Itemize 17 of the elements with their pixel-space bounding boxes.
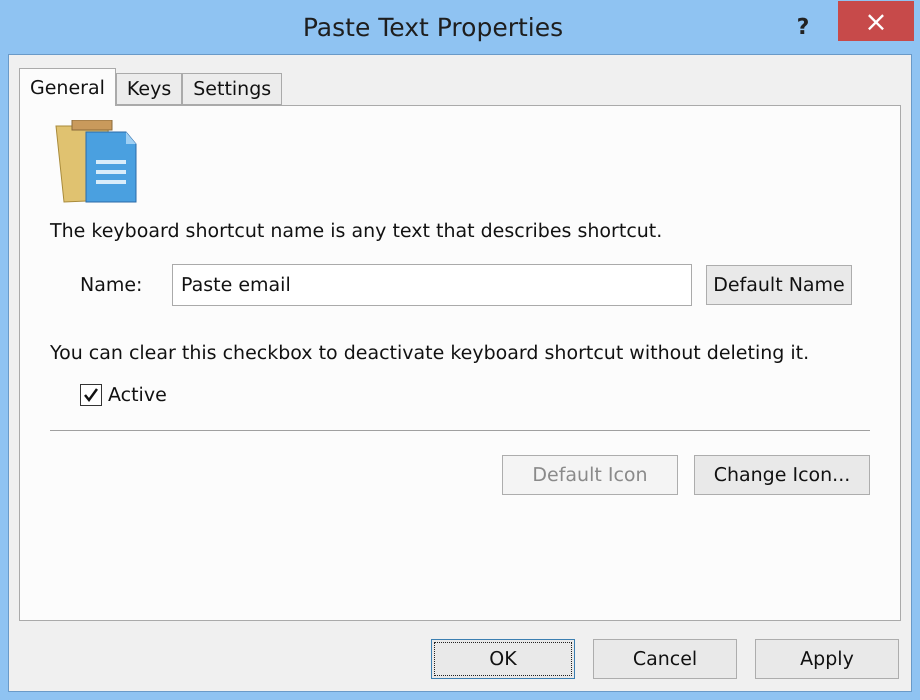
active-checkbox[interactable] bbox=[80, 384, 102, 406]
close-button[interactable]: × bbox=[838, 1, 914, 41]
description-text: The keyboard shortcut name is any text that describes shortcut. bbox=[50, 220, 664, 242]
dialog-button[interactable]: OK bbox=[431, 639, 575, 679]
window-title: Paste Text Properties bbox=[302, 12, 564, 42]
tab[interactable]: Keys bbox=[116, 73, 182, 105]
name-field[interactable]: Paste email bbox=[172, 264, 692, 306]
tab[interactable]: Settings bbox=[182, 73, 282, 105]
dialog-button[interactable]: Cancel bbox=[593, 639, 737, 679]
name-label: Name: bbox=[80, 274, 144, 296]
tab[interactable]: General bbox=[19, 68, 116, 106]
dialog-button[interactable]: Apply bbox=[755, 639, 899, 679]
active-label[interactable]: Active bbox=[108, 384, 167, 406]
default-name-button[interactable]: Default Name bbox=[706, 265, 852, 305]
help-button[interactable]: ? bbox=[778, 7, 828, 47]
icon-button[interactable]: Change Icon... bbox=[694, 455, 870, 495]
hint-text: You can clear this checkbox to deactivate keyboard shortcut without deleting it. bbox=[50, 342, 810, 364]
